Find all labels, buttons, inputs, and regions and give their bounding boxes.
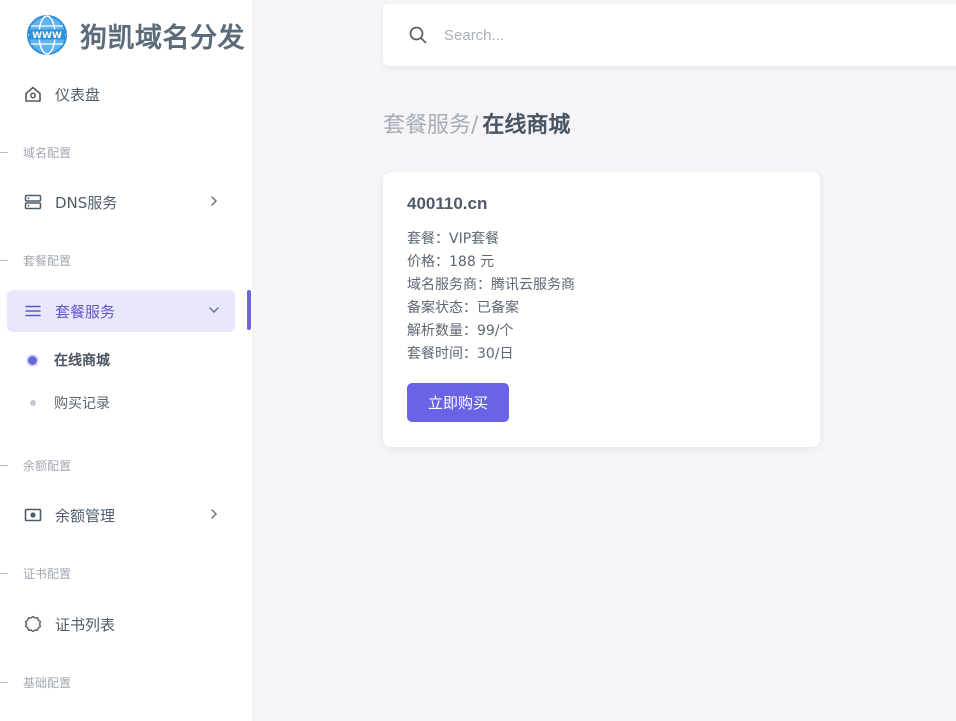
duration-row: 套餐时间：30/日	[407, 346, 514, 362]
sidebar-item-cert-list[interactable]: 证书列表	[7, 603, 235, 645]
sidebar-item-label: 套餐服务	[55, 302, 116, 321]
plan-row: 套餐：VIP套餐	[407, 231, 500, 247]
sidebar-item-balance[interactable]: 余额管理	[7, 494, 235, 536]
sidebar-item-plan-service[interactable]: 套餐服务	[7, 290, 235, 332]
buy-now-button[interactable]: 立即购买	[407, 383, 509, 422]
chevron-right-icon	[211, 196, 218, 206]
sidebar: WWW 狗凯域名分发 仪表盘 域名配置 DNS服务 套餐配置 套餐服务 在线商城…	[0, 0, 252, 721]
sidebar-subitem-purchase-records[interactable]: 购买记录	[28, 393, 110, 413]
www-globe-icon: WWW	[27, 15, 67, 55]
section-label-cert: 证书配置	[0, 565, 71, 582]
home-icon	[25, 86, 41, 102]
sidebar-item-label: 仪表盘	[55, 85, 101, 104]
sidebar-item-dashboard[interactable]: 仪表盘	[7, 73, 235, 115]
product-card: 400110.cn 套餐：VIP套餐 价格：188 元 域名服务商：腾讯云服务商…	[383, 172, 820, 447]
divider	[0, 682, 8, 683]
record-count-row: 解析数量：99/个	[407, 323, 514, 339]
brand[interactable]: WWW 狗凯域名分发	[26, 14, 245, 56]
sidebar-item-label: DNS服务	[55, 193, 118, 212]
divider	[0, 260, 8, 261]
section-label-plan: 套餐配置	[0, 252, 71, 269]
search-icon[interactable]	[408, 25, 428, 45]
divider	[0, 573, 8, 574]
brand-title: 狗凯域名分发	[80, 22, 245, 54]
divider	[0, 152, 8, 153]
chevron-right-icon	[211, 509, 218, 519]
breadcrumb-parent[interactable]: 套餐服务/	[383, 107, 478, 139]
menu-icon	[25, 305, 41, 317]
cash-icon	[24, 508, 42, 522]
svg-text:WWW: WWW	[32, 31, 62, 41]
sidebar-subitem-online-store[interactable]: 在线商城	[28, 350, 110, 370]
chevron-down-icon	[209, 307, 219, 314]
section-label-balance: 余额配置	[0, 457, 71, 474]
bullet-icon	[28, 355, 37, 365]
section-label-basic: 基础配置	[0, 674, 71, 691]
sidebar-item-label: 余额管理	[55, 506, 116, 525]
bullet-icon	[30, 400, 36, 406]
sidebar-item-label: 证书列表	[55, 615, 116, 634]
price-row: 价格：188 元	[407, 254, 495, 270]
badge-icon	[24, 615, 42, 633]
product-domain: 400110.cn	[407, 194, 488, 213]
sidebar-item-dns[interactable]: DNS服务	[7, 181, 235, 223]
server-icon	[24, 194, 42, 210]
provider-row: 域名服务商：腾讯云服务商	[407, 277, 575, 293]
page-title: 在线商城	[482, 113, 571, 138]
active-indicator	[247, 290, 251, 330]
icp-status-row: 备案状态：已备案	[407, 300, 519, 316]
search-bar	[383, 4, 956, 66]
search-input[interactable]	[444, 26, 844, 44]
breadcrumb: 套餐服务/ 在线商城	[383, 107, 570, 139]
section-label-domain: 域名配置	[0, 144, 71, 161]
divider	[0, 465, 8, 466]
product-details: 套餐：VIP套餐 价格：188 元 域名服务商：腾讯云服务商 备案状态：已备案 …	[407, 228, 796, 366]
